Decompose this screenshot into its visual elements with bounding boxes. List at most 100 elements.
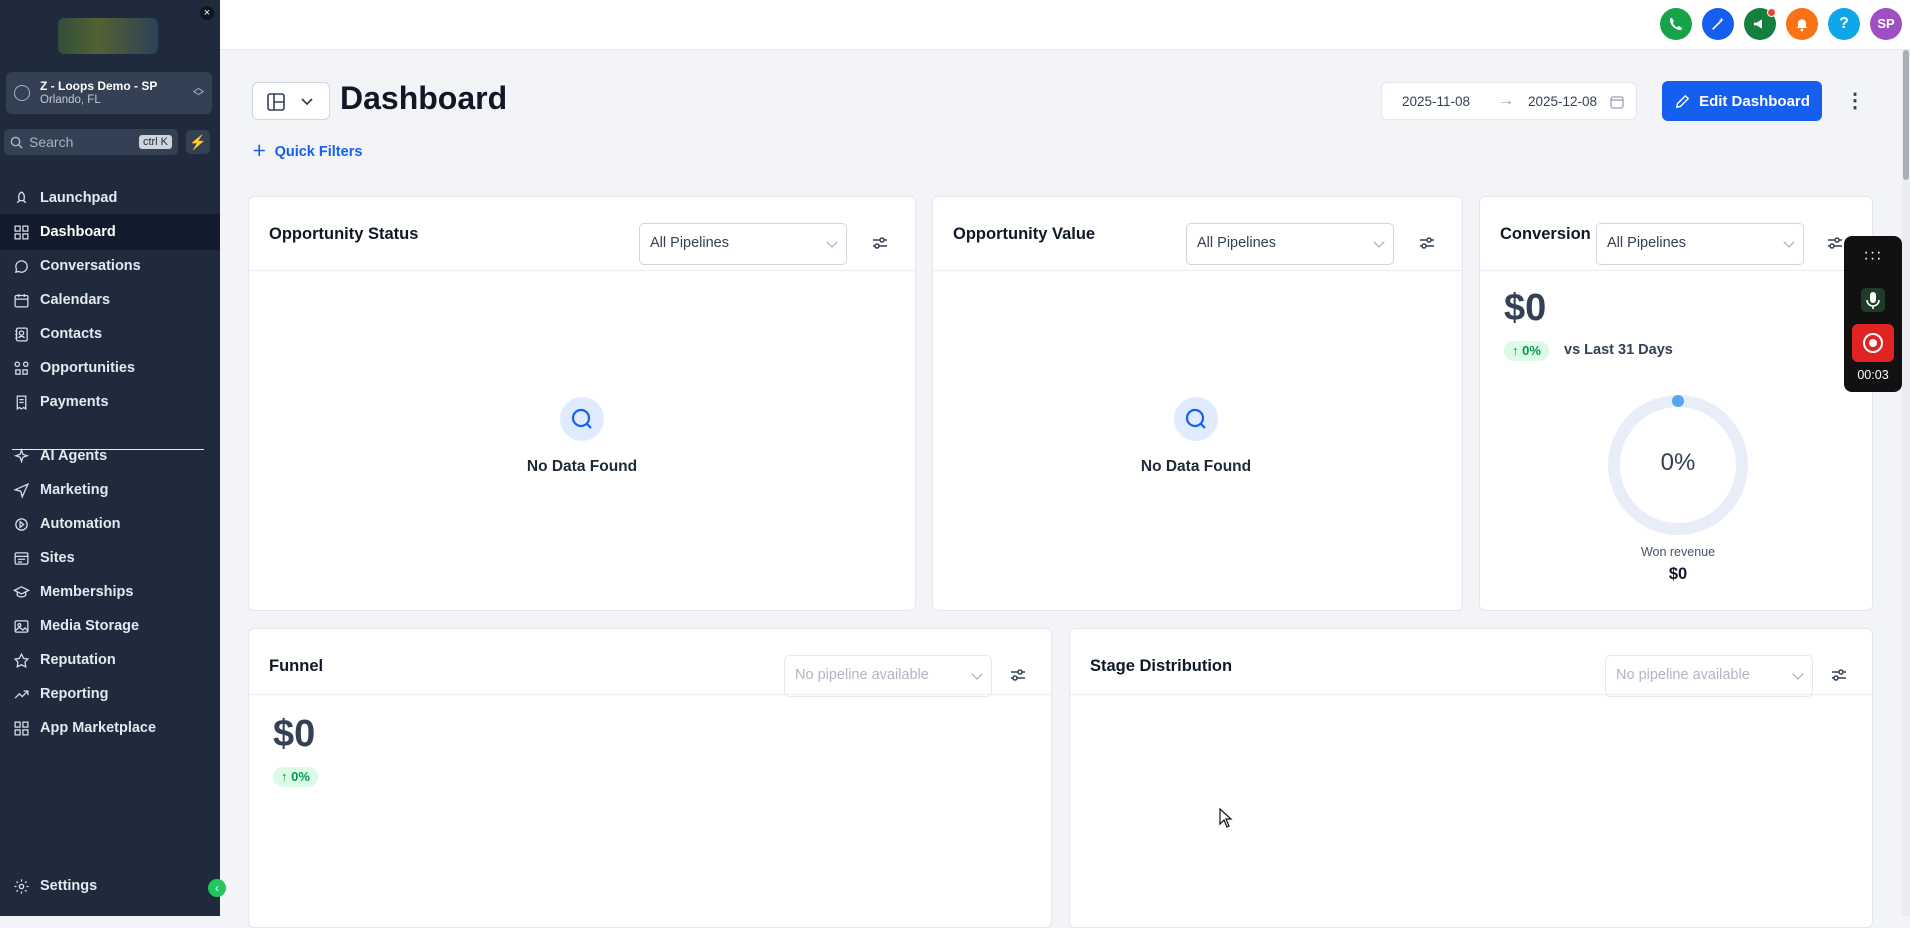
more-options-icon[interactable]: ⋮ — [1845, 86, 1865, 116]
megaphone-icon — [1754, 19, 1762, 29]
opportunity-value-card: Opportunity Value All Pipelines No Data … — [932, 196, 1463, 611]
record-stop-button[interactable] — [1852, 324, 1894, 362]
won-revenue-value: $0 — [1668, 565, 1688, 583]
notifications-button[interactable] — [1786, 8, 1818, 40]
sidebar-item-label: AI Agents — [40, 448, 108, 464]
card-divider — [249, 270, 915, 271]
contact-book-icon — [12, 325, 30, 343]
chevron-down-icon — [971, 668, 983, 680]
edit-dashboard-label: Edit Dashboard — [1699, 92, 1810, 110]
announcement-button[interactable] — [1744, 8, 1776, 40]
card-title: Opportunity Status — [269, 225, 419, 243]
filter-settings-icon[interactable] — [1009, 666, 1027, 684]
magic-button[interactable] — [1702, 8, 1734, 40]
user-icon — [14, 85, 30, 101]
search-input[interactable]: Search ctrl K — [4, 129, 178, 155]
select-value: No pipeline available — [795, 667, 929, 683]
empty-search-icon — [560, 397, 604, 441]
pipeline-select[interactable]: All Pipelines — [1596, 223, 1804, 265]
search-placeholder: Search — [29, 134, 74, 150]
sites-icon — [12, 549, 30, 567]
sidebar-item-dashboard[interactable]: Dashboard — [0, 214, 220, 250]
donut-percentage: 0% — [1660, 449, 1696, 476]
sidebar-item-calendars[interactable]: Calendars — [0, 282, 220, 318]
sidebar-item-label: Reporting — [40, 686, 109, 702]
sidebar-item-settings[interactable]: Settings — [0, 868, 220, 904]
quick-filters-label: Quick Filters — [274, 144, 363, 160]
empty-state-text: No Data Found — [1140, 458, 1252, 475]
pipeline-select[interactable]: All Pipelines — [1186, 223, 1394, 265]
dialpad-icon[interactable]: ··· ··· — [1844, 245, 1902, 267]
date-to: 2025-12-08 — [1528, 94, 1598, 109]
sidebar-item-sites[interactable]: Sites — [0, 540, 220, 576]
sidebar-item-conversations[interactable]: Conversations — [0, 248, 220, 284]
conversion-value: $0 — [1504, 287, 1547, 329]
pipeline-select[interactable]: No pipeline available — [784, 655, 992, 697]
sidebar-item-label: Launchpad — [40, 190, 118, 206]
filter-settings-icon[interactable] — [1418, 234, 1436, 252]
edit-dashboard-button[interactable]: Edit Dashboard — [1662, 81, 1822, 121]
funnel-value: $0 — [273, 713, 316, 755]
help-button[interactable]: ? — [1828, 8, 1860, 40]
chevron-down-icon — [826, 236, 838, 248]
filter-settings-icon[interactable] — [1830, 666, 1848, 684]
layout-selector-button[interactable] — [252, 82, 330, 120]
quick-action-bolt-icon[interactable]: ⚡ — [186, 130, 210, 154]
sidebar-item-label: Automation — [40, 516, 121, 532]
empty-search-icon — [1174, 397, 1218, 441]
mouse-cursor — [1219, 808, 1233, 828]
collapse-sidebar-button[interactable]: ‹ — [208, 879, 226, 897]
chevron-down-icon — [1783, 236, 1795, 248]
sidebar-item-label: Calendars — [40, 292, 111, 308]
scrollbar-thumb[interactable] — [1903, 50, 1909, 180]
opportunities-icon — [12, 359, 30, 377]
scrollbar[interactable] — [1902, 50, 1910, 916]
phone-icon — [1669, 18, 1682, 31]
chevron-down-icon — [1373, 236, 1385, 248]
microphone-icon[interactable] — [1859, 286, 1887, 314]
sidebar-item-contacts[interactable]: Contacts — [0, 316, 220, 352]
sidebar-item-media-storage[interactable]: Media Storage — [0, 608, 220, 644]
stage-distribution-card: Stage Distribution No pipeline available — [1069, 628, 1873, 928]
graduation-icon — [12, 583, 30, 601]
sidebar-item-ai-agents[interactable]: AI Agents — [0, 438, 220, 474]
sidebar-item-label: Media Storage — [40, 618, 140, 634]
pipeline-select[interactable]: No pipeline available — [1605, 655, 1813, 697]
filter-settings-icon[interactable] — [871, 234, 889, 252]
account-switcher[interactable]: Z - Loops Demo - SP Orlando, FL ︿ ﹀ — [6, 72, 212, 114]
send-icon — [12, 481, 30, 499]
sidebar-item-label: Contacts — [40, 326, 103, 342]
sidebar-item-label: Memberships — [40, 584, 134, 600]
stop-record-icon — [1863, 333, 1883, 353]
sidebar-item-marketing[interactable]: Marketing — [0, 472, 220, 508]
date-range-picker[interactable]: 2025-11-08 → 2025-12-08 — [1381, 82, 1637, 120]
empty-state-text: No Data Found — [526, 458, 638, 475]
pipeline-select[interactable]: All Pipelines — [639, 223, 847, 265]
phone-button[interactable] — [1660, 8, 1692, 40]
image-icon — [12, 617, 30, 635]
sidebar-item-reporting[interactable]: Reporting — [0, 676, 220, 712]
magic-wand-icon — [1712, 17, 1724, 30]
sidebar-item-app-marketplace[interactable]: App Marketplace — [0, 710, 220, 746]
top-bar: ? SP — [220, 0, 1910, 50]
change-value: 0% — [1522, 343, 1541, 358]
change-badge: ↑ 0% — [273, 767, 318, 787]
avatar[interactable]: SP — [1870, 8, 1902, 40]
sidebar-item-automation[interactable]: Automation — [0, 506, 220, 542]
call-widget: ··· ··· 00:03 — [1844, 236, 1902, 392]
search-shortcut: ctrl K — [138, 135, 172, 149]
sidebar: × Z - Loops Demo - SP Orlando, FL ︿ ﹀ Sea… — [0, 0, 226, 916]
close-icon[interactable]: × — [200, 6, 214, 20]
quick-filters-button[interactable]: ＋ Quick Filters — [252, 140, 362, 161]
card-title: Opportunity Value — [953, 225, 1096, 243]
card-divider — [1070, 694, 1872, 695]
layout-icon — [267, 93, 285, 111]
sidebar-item-label: App Marketplace — [40, 720, 157, 736]
sidebar-item-memberships[interactable]: Memberships — [0, 574, 220, 610]
filter-settings-icon[interactable] — [1826, 234, 1844, 252]
sidebar-item-reputation[interactable]: Reputation — [0, 642, 220, 678]
gear-icon — [12, 877, 30, 895]
sidebar-item-opportunities[interactable]: Opportunities — [0, 350, 220, 386]
sidebar-item-launchpad[interactable]: Launchpad — [0, 180, 220, 216]
sidebar-item-payments[interactable]: Payments — [0, 384, 220, 420]
